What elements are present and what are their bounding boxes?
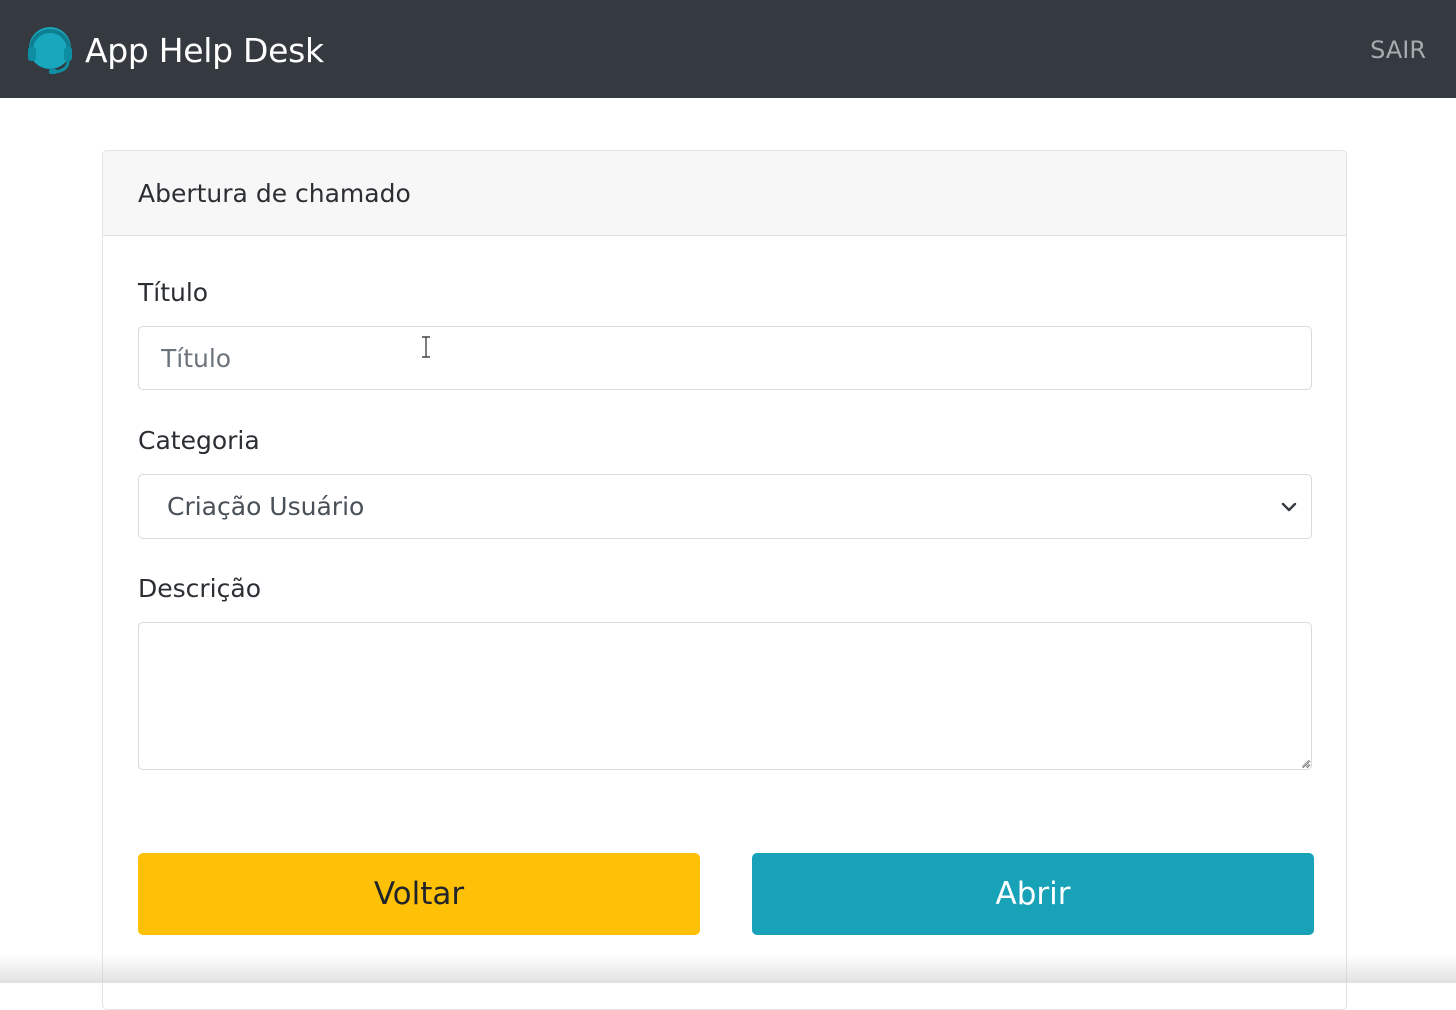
category-select[interactable]: Criação Usuário [138, 474, 1312, 539]
category-selected-value: Criação Usuário [167, 492, 365, 521]
description-wrapper [138, 622, 1312, 770]
category-label: Categoria [138, 426, 260, 455]
open-ticket-button[interactable]: Abrir [752, 853, 1314, 935]
card-header: Abertura de chamado [103, 151, 1346, 236]
ticket-form-card: Abertura de chamado Título Categoria Cri… [102, 150, 1347, 1010]
chevron-down-icon [1281, 502, 1297, 512]
title-label: Título [138, 278, 209, 307]
top-navbar: App Help Desk SAIR [0, 0, 1456, 98]
description-label: Descrição [138, 574, 261, 603]
brand-title: App Help Desk [85, 30, 324, 70]
brand[interactable]: App Help Desk [24, 24, 324, 76]
headset-icon [28, 27, 72, 74]
text-cursor-icon [422, 336, 430, 358]
resize-grip-icon[interactable] [1300, 758, 1310, 768]
back-button[interactable]: Voltar [138, 853, 700, 935]
logout-link[interactable]: SAIR [1370, 36, 1426, 64]
description-textarea[interactable] [138, 622, 1312, 770]
title-input[interactable] [138, 326, 1312, 390]
